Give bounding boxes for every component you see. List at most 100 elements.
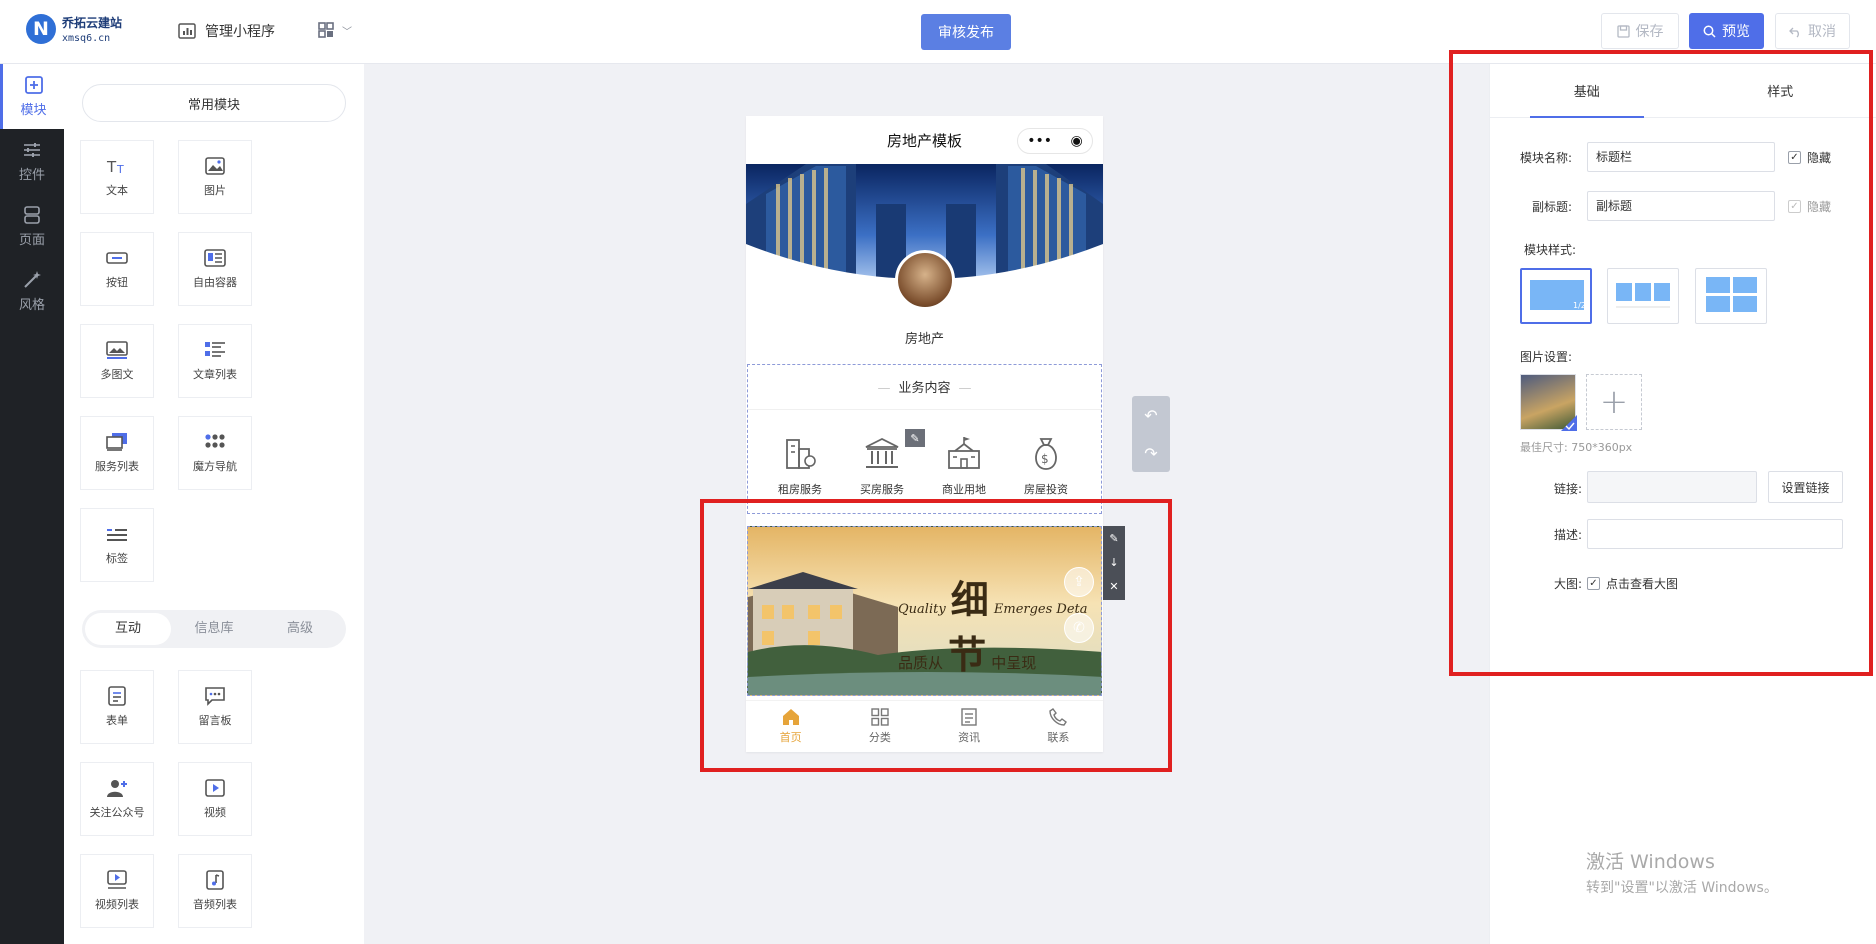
module-free-container[interactable]: 自由容器: [178, 232, 252, 306]
module-tag[interactable]: 标签: [80, 508, 154, 582]
module-cube-nav[interactable]: 魔方导航: [178, 416, 252, 490]
module-label: 文章列表: [193, 368, 237, 381]
service-item-rent[interactable]: 租房服务: [760, 435, 840, 497]
svg-text:T: T: [106, 158, 117, 176]
multi-image-icon: [106, 341, 128, 359]
business-content-module[interactable]: — 业务内容 — ✎ 租房服务 买房服务 商业用地 $ 房屋投资: [747, 364, 1102, 514]
tag-icon: [107, 529, 127, 541]
module-label: 视频列表: [95, 898, 139, 911]
school-building-icon: [948, 437, 980, 469]
module-label: 按钮: [106, 276, 128, 289]
article-list-icon: [205, 342, 225, 357]
common-modules-tab[interactable]: 常用模块: [82, 84, 346, 122]
service-label: 租房服务: [778, 483, 822, 496]
preview-button[interactable]: 预览: [1689, 13, 1764, 49]
module-label: 标签: [106, 552, 128, 565]
sidebar-item-label: 页面: [18, 233, 45, 248]
logo-domain: xmsq6.cn: [62, 33, 111, 44]
music-icon: [206, 870, 224, 890]
service-list-icon: [106, 433, 127, 451]
svg-text:$: $: [1041, 452, 1049, 466]
module-message-board[interactable]: 留言板: [178, 670, 252, 744]
service-item-buy[interactable]: 买房服务: [842, 435, 922, 497]
company-avatar[interactable]: [895, 250, 955, 310]
cancel-label: 取消: [1808, 24, 1836, 40]
magic-wand-icon: [24, 271, 41, 288]
module-follow-account[interactable]: 关注公众号: [80, 762, 154, 836]
module-video[interactable]: 视频: [178, 762, 252, 836]
image-icon: [205, 157, 225, 175]
undo-icon: [1789, 27, 1799, 37]
container-icon: [204, 249, 226, 267]
watermark-line-2: 转到"设置"以激活 Windows。: [1586, 880, 1778, 896]
module-label: 音频列表: [193, 898, 237, 911]
plus-box-icon: [24, 76, 43, 94]
windows-activation-watermark: 激活 Windows 转到"设置"以激活 Windows。: [1586, 847, 1778, 897]
module-multi-image-text[interactable]: 多图文: [80, 324, 154, 398]
rent-building-icon: [786, 439, 816, 469]
service-label: 商业用地: [942, 483, 986, 496]
manage-mini-program-label: 管理小程序: [205, 24, 275, 40]
add-user-icon: [107, 780, 127, 797]
logo-name: 乔拓云建站: [62, 16, 123, 30]
undo-arrow-icon[interactable]: ↶: [1132, 396, 1170, 434]
grid-icon: [318, 22, 334, 38]
module-label: 关注公众号: [89, 806, 145, 819]
pages-icon: [24, 206, 40, 224]
sidebar-item-style[interactable]: 风格: [0, 259, 64, 324]
sidebar-item-controls[interactable]: 控件: [0, 129, 64, 194]
publish-button[interactable]: 审核发布: [921, 14, 1011, 50]
chat-icon: [205, 687, 225, 706]
sidebar-item-label: 控件: [18, 168, 45, 183]
module-image[interactable]: 图片: [178, 140, 252, 214]
module-form[interactable]: 表单: [80, 670, 154, 744]
tab-advanced[interactable]: 高级: [257, 613, 343, 645]
service-item-investment[interactable]: $ 房屋投资: [1006, 435, 1086, 497]
close-circle-icon[interactable]: ◉: [1071, 133, 1083, 149]
service-label: 买房服务: [860, 483, 904, 496]
tab-info-library[interactable]: 信息库: [171, 613, 257, 645]
service-item-commercial-land[interactable]: 商业用地: [924, 435, 1004, 497]
module-label: 表单: [106, 714, 128, 727]
module-article-list[interactable]: 文章列表: [178, 324, 252, 398]
money-bag-icon: $: [1035, 438, 1057, 470]
sidebar-item-label: 风格: [18, 298, 45, 313]
module-label: 文本: [106, 184, 128, 197]
divider: [748, 409, 1101, 410]
bar-chart-icon: [178, 23, 196, 39]
module-video-list[interactable]: 视频列表: [80, 854, 154, 928]
logo-mark: N: [26, 14, 56, 44]
save-icon: [1616, 24, 1630, 38]
module-service-list[interactable]: 服务列表: [80, 416, 154, 490]
highlight-box-image-module: [700, 499, 1172, 772]
more-dots-icon[interactable]: •••: [1027, 133, 1052, 149]
module-label: 服务列表: [95, 460, 139, 473]
save-button[interactable]: 保存: [1601, 13, 1679, 49]
logo[interactable]: N 乔拓云建站 xmsq6.cn: [26, 14, 122, 44]
sidebar-item-pages[interactable]: 页面: [0, 194, 64, 259]
module-label: 魔方导航: [193, 460, 237, 473]
sidebar-item-modules[interactable]: 模块: [0, 64, 64, 129]
service-label: 房屋投资: [1024, 483, 1068, 496]
module-button[interactable]: 按钮: [80, 232, 154, 306]
redo-arrow-icon[interactable]: ↷: [1132, 434, 1170, 472]
tab-interactive[interactable]: 互动: [85, 613, 171, 645]
chevron-down-icon: ﹀: [342, 26, 352, 38]
sidebar-item-label: 模块: [20, 103, 47, 118]
module-label: 自由容器: [193, 276, 237, 289]
mini-program-capsule[interactable]: ••• ◉: [1017, 128, 1093, 154]
manage-mini-program-button[interactable]: 管理小程序: [178, 21, 275, 41]
form-icon: [108, 686, 126, 706]
cancel-button[interactable]: 取消: [1775, 13, 1850, 49]
save-label: 保存: [1635, 24, 1664, 40]
apps-dropdown[interactable]: ﹀: [318, 22, 352, 38]
module-text[interactable]: TT 文本: [80, 140, 154, 214]
module-audio-list[interactable]: 音频列表: [178, 854, 252, 928]
left-sidebar: 模块 控件 页面 风格: [0, 64, 64, 944]
module-panel: 常用模块 TT 文本 图片 按钮 自由容器 多图文 文章列表 服务列表 魔方导航…: [64, 64, 364, 944]
watermark-line-1: 激活 Windows: [1586, 851, 1715, 873]
module-label: 视频: [204, 806, 226, 819]
dots-grid-icon: [205, 434, 225, 448]
search-icon: [1703, 25, 1716, 38]
preview-label: 预览: [1722, 24, 1750, 40]
